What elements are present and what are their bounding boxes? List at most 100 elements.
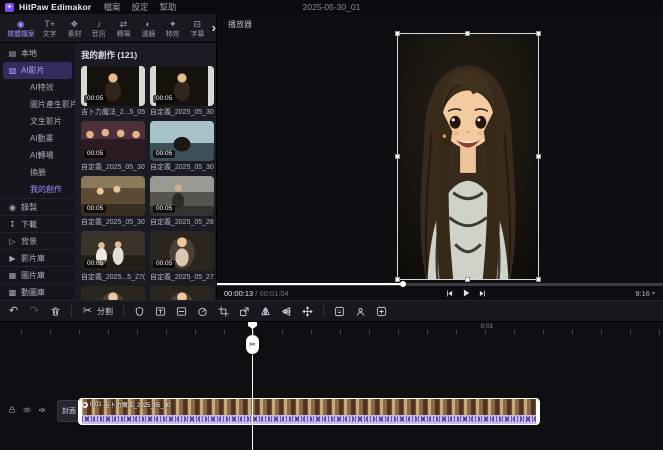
clip-label: ▸ 0:01 吉卜力魔法_2025_05_30 [82,400,170,409]
media-thumbnail[interactable]: 00:05 [150,121,214,161]
flip-vertical-button[interactable] [281,306,292,317]
portrait-button[interactable] [355,306,366,317]
tab-media-files[interactable]: ◉ 媒體檔案 [4,19,37,38]
remove-frame-button[interactable] [176,306,187,317]
media-thumbnail[interactable]: 00:05 [150,231,214,271]
media-item[interactable]: 00:05 [150,286,214,300]
playhead[interactable]: ✂ [246,322,259,450]
next-frame-button[interactable] [478,289,487,298]
project-title: 2025-05-30_01 [302,2,361,12]
transform-button[interactable] [302,305,313,317]
media-thumbnail[interactable]: 00:05 [150,66,214,106]
speed-button[interactable] [197,306,208,317]
media-thumbnail[interactable]: 00:05 [81,231,145,271]
media-thumbnail[interactable]: 00:05 [81,286,145,300]
timeline-ruler[interactable]: 0:01 [0,322,663,335]
clip-trim-handle-right[interactable] [536,399,539,424]
resize-handle[interactable] [536,277,541,282]
media-thumbnail[interactable]: 00:05 [150,286,214,300]
sidebar-item-ai-transition[interactable]: AI轉場 [0,147,75,164]
sticker-button[interactable] [334,306,345,317]
media-thumbnail[interactable]: 00:05 [81,176,145,216]
elements-icon: ❖ [70,18,79,29]
download-icon: ↧ [9,219,16,229]
media-item[interactable]: 00:05 自定義_2025_05_30(2) [81,121,145,172]
tab-text[interactable]: T+ 文字 [37,19,62,38]
flip-horizontal-button[interactable] [260,306,271,317]
media-item[interactable]: 00:05 自定義_2025_05_27(9) [150,231,214,282]
sidebar-item-ai-effects[interactable]: AI特效 [0,79,75,96]
player-header: 播放器 [228,20,252,29]
tab-elements[interactable]: ❖ 素材 [62,19,87,38]
resize-handle[interactable] [465,31,470,36]
redo-button[interactable]: ↷ [29,305,40,317]
media-item[interactable]: 00:05 自定義_2025_05_28 [150,176,214,227]
media-item[interactable]: 00:05 自定義_2025_05_30(3) [150,66,214,117]
tab-effects[interactable]: ✦ 特效 [160,19,185,38]
menu-file[interactable]: 檔案 [103,1,120,13]
previous-frame-button[interactable] [445,289,454,298]
timecode: 00:00:13 / 00:01:04 [224,288,289,298]
sidebar-item-local[interactable]: ▤ 本地 [0,45,75,62]
media-item[interactable]: 00:05 自定義_2025...5_27(10) [81,231,145,282]
sidebar-item-download[interactable]: ↧ 下載 [0,215,75,232]
media-item-label: 自定義_2025_05_27(9) [150,274,214,281]
record-icon: ◉ [9,202,16,212]
split-button-label[interactable]: 分割 [97,306,113,317]
title-bar: ✦ HitPaw Edimakor 檔案 設定 幫助 2025-05-30_01 [0,0,663,14]
play-button[interactable] [461,288,471,298]
media-item[interactable]: 00:05 自定義_2025_05_30 [81,176,145,227]
toggle-visibility-icon[interactable] [23,406,31,414]
aspect-ratio-select[interactable]: 9:16 ▾ [635,289,655,298]
preview-video-frame[interactable] [395,31,541,282]
sidebar-item-gif-library[interactable]: ▩ 動圖庫 [0,283,75,300]
delete-button[interactable] [50,306,61,317]
clip-name: 吉卜力魔法_2025_05_30 [103,403,171,409]
sidebar-item-image-library[interactable]: ▦ 圖片庫 [0,266,75,283]
text-button[interactable] [155,306,166,317]
sidebar-item-video-library[interactable]: ▶ 影片庫 [0,249,75,266]
split-at-playhead-button[interactable]: ✂ [246,335,259,354]
resize-handle[interactable] [536,154,541,159]
clip-trim-handle-left[interactable] [79,399,82,424]
tab-audio[interactable]: ♪ 音訊 [87,19,112,38]
sidebar-item-ai-animation[interactable]: AI動畫 [0,130,75,147]
current-time: 00:00:13 [224,288,254,298]
resize-handle[interactable] [395,154,400,159]
lock-track-icon[interactable] [8,406,16,414]
timeline-clip[interactable]: ▸ 0:01 吉卜力魔法_2025_05_30 [78,398,540,425]
export-frame-button[interactable] [239,306,250,317]
media-thumbnail[interactable]: 00:05 [150,176,214,216]
crop-button[interactable] [218,305,229,317]
menu-help[interactable]: 幫助 [159,1,176,13]
media-thumbnail[interactable]: 00:05 [81,66,145,106]
media-item[interactable]: 00:05 [81,286,145,300]
sidebar-item-image-to-video[interactable]: 圖片產生影片 [0,96,78,113]
undo-button[interactable]: ↶ [8,305,19,317]
sidebar-item-record[interactable]: ◉ 錄製 [0,198,75,215]
media-item[interactable]: 00:05 吉卜力魔法_2...5_05_30 [81,66,145,117]
sidebar-item-face-swap[interactable]: 換臉 [0,164,75,181]
clapper-icon: ▧ [8,66,17,75]
mask-button[interactable] [134,306,145,317]
mute-track-icon[interactable] [38,406,46,414]
sidebar-item-my-creations[interactable]: 我的創作 [0,181,75,198]
media-item-label: 自定義_2025_05_30 [81,219,145,226]
resize-handle[interactable] [395,277,400,282]
tab-subtitle[interactable]: ⊟ 字幕 [185,19,210,38]
media-item[interactable]: 00:05 自定義_2025_05_30(1) [150,121,214,172]
add-material-button[interactable] [376,306,387,317]
player-panel: 播放器 00:00:13 / 00:01:04 9:16 ▾ [216,14,663,300]
sidebar-item-text-to-video[interactable]: 文生影片 [0,113,75,130]
resize-handle[interactable] [465,277,470,282]
sidebar-item-ai-video[interactable]: ▧ AI影片 [3,62,72,79]
media-thumbnail[interactable]: 00:05 [81,121,145,161]
menu-settings[interactable]: 設定 [131,1,148,13]
tab-filter[interactable]: ◐ 濾鏡 [136,19,161,38]
resize-handle[interactable] [536,31,541,36]
filter-icon: ◐ [145,18,151,29]
tab-transition[interactable]: ⇄ 轉場 [111,19,136,38]
split-button-icon[interactable]: ✂ [82,305,93,317]
resize-handle[interactable] [395,31,400,36]
sidebar-item-background[interactable]: ▷ 背景 [0,232,75,249]
